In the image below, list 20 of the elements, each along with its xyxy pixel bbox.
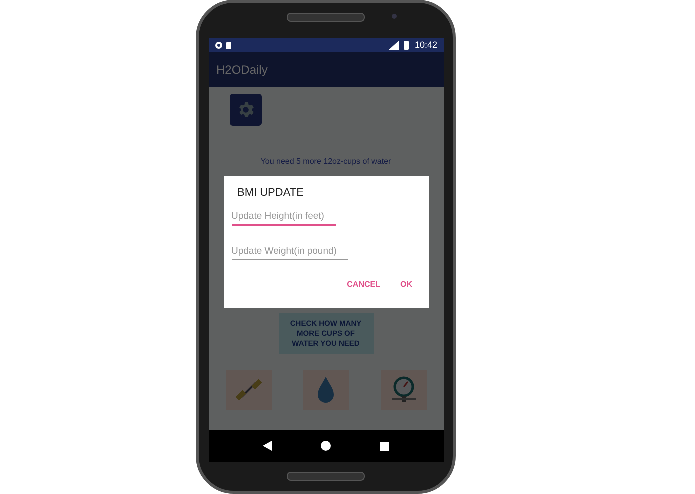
app-title: H2ODaily bbox=[216, 62, 268, 76]
input-field[interactable]: Update Weight(in pound) bbox=[232, 244, 348, 260]
settings-button[interactable] bbox=[230, 94, 262, 126]
camera-dot bbox=[392, 14, 397, 19]
water-message: You need 5 more 12oz-cups of water bbox=[260, 157, 392, 166]
back-icon[interactable] bbox=[263, 441, 272, 451]
home-icon[interactable] bbox=[321, 441, 331, 451]
status-time: 10:42 bbox=[414, 40, 438, 50]
ok-button[interactable]: OK bbox=[394, 278, 418, 291]
dialog-title: BMI UPDATE bbox=[238, 187, 304, 199]
recents-icon[interactable] bbox=[380, 442, 389, 450]
water-drop-button[interactable] bbox=[303, 370, 349, 410]
dumbbell-button[interactable] bbox=[226, 370, 272, 410]
gauge-button[interactable] bbox=[380, 370, 426, 410]
input-field[interactable]: Update Height(in feet) bbox=[232, 209, 336, 226]
signal-battery-icon bbox=[388, 40, 411, 50]
dumbbell-icon bbox=[234, 376, 262, 404]
cancel-button[interactable]: CANCEL bbox=[341, 278, 386, 291]
water-drop-icon bbox=[316, 376, 336, 404]
gauge-icon bbox=[390, 376, 418, 404]
